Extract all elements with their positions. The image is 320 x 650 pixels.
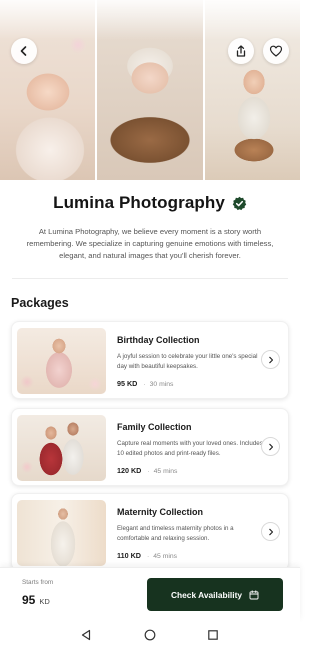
square-recents-icon — [208, 630, 218, 640]
package-price: 110 KD — [117, 551, 141, 560]
calendar-icon — [249, 589, 259, 599]
chevron-right-icon — [268, 528, 273, 535]
package-meta: 120 KD · 45 mins — [117, 466, 177, 475]
chevron-right-icon — [268, 356, 273, 363]
package-title: Family Collection — [117, 422, 192, 432]
meta-separator: · — [143, 381, 146, 388]
meta-separator: · — [147, 468, 150, 475]
package-open-button[interactable] — [261, 522, 280, 541]
package-duration: 30 mins — [149, 381, 174, 388]
package-meta: 110 KD · 45 mins — [117, 551, 177, 560]
package-price: 95 KD — [117, 379, 138, 388]
check-availability-button[interactable]: Check Availability — [147, 578, 283, 611]
starting-price-amount: 95 — [22, 593, 36, 607]
nav-back-button[interactable] — [78, 627, 94, 643]
chevron-left-icon — [20, 46, 27, 56]
triangle-back-icon — [81, 629, 91, 641]
studio-header: Lumina Photography — [0, 190, 300, 216]
package-description: Elegant and timeless maternity photos in… — [117, 525, 234, 542]
package-image — [17, 328, 106, 394]
package-title: Maternity Collection — [117, 507, 204, 517]
system-navigation-bar — [0, 621, 300, 650]
package-card-maternity[interactable]: Maternity Collection Elegant and timeles… — [11, 493, 289, 571]
package-price: 120 KD — [117, 466, 142, 475]
package-image — [17, 415, 106, 481]
starting-price-currency: KD — [39, 597, 50, 606]
package-description: Capture real moments with your loved one… — [117, 440, 263, 457]
package-meta: 95 KD · 30 mins — [117, 379, 173, 388]
starts-from-label: Starts from — [22, 579, 54, 586]
section-divider — [12, 278, 288, 279]
package-duration: 45 mins — [153, 468, 178, 475]
package-description: A joyful session to celebrate your littl… — [117, 353, 258, 370]
chevron-right-icon — [268, 443, 273, 450]
meta-separator: · — [146, 553, 150, 560]
share-button[interactable] — [228, 38, 254, 64]
booking-bar: Starts from 95 KD Check Availability — [0, 567, 300, 621]
hero-top-fade — [0, 0, 300, 40]
package-card-family[interactable]: Family Collection Capture real moments w… — [11, 408, 289, 486]
package-image — [17, 500, 106, 566]
nav-recents-button[interactable] — [205, 627, 221, 643]
starting-price: 95 KD — [22, 593, 50, 607]
studio-about-text: At Lumina Photography, we believe every … — [26, 227, 274, 260]
back-button[interactable] — [11, 38, 37, 64]
packages-heading: Packages — [11, 296, 69, 310]
studio-name: Lumina Photography — [53, 193, 225, 212]
check-availability-label: Check Availability — [170, 589, 243, 600]
package-duration: 45 mins — [153, 553, 178, 560]
heart-icon — [269, 45, 283, 57]
package-open-button[interactable] — [261, 437, 280, 456]
package-card-birthday[interactable]: Birthday Collection A joyful session to … — [11, 321, 289, 399]
share-icon — [236, 45, 246, 57]
package-title: Birthday Collection — [117, 335, 200, 345]
verified-badge-icon — [232, 196, 247, 210]
package-open-button[interactable] — [261, 350, 280, 369]
nav-home-button[interactable] — [142, 627, 158, 643]
hero-gallery[interactable] — [0, 0, 300, 180]
favorite-button[interactable] — [263, 38, 289, 64]
circle-home-icon — [144, 629, 156, 641]
